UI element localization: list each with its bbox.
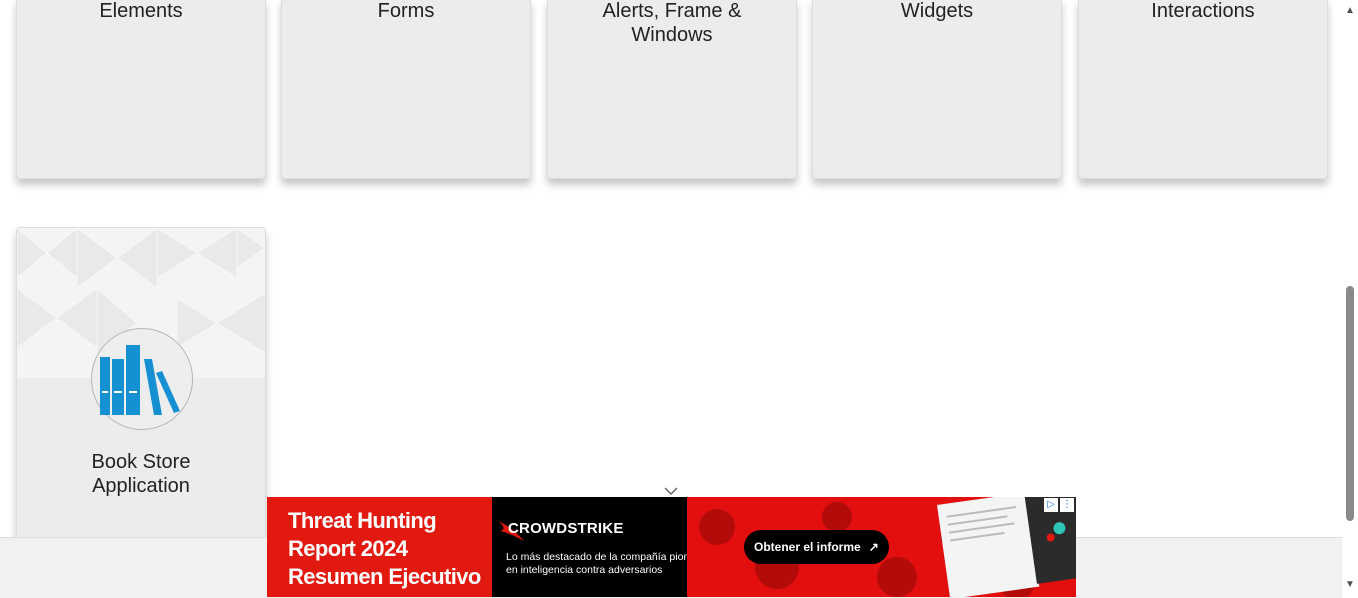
card-book-store-application[interactable]: Book Store Application: [16, 227, 266, 549]
scrollbar-thumb[interactable]: [1346, 286, 1354, 521]
ad-cta-button[interactable]: Obtener el informe ↗: [744, 530, 889, 564]
card-title: Interactions: [1151, 0, 1255, 22]
advertisement-banner[interactable]: Threat Hunting Report 2024 Resumen Ejecu…: [267, 497, 1076, 597]
card-title: Alerts, Frame & Windows: [602, 0, 742, 46]
ad-brand: CROWDSTRIKE: [508, 520, 624, 537]
ad-menu-icon[interactable]: ⋮: [1060, 498, 1074, 512]
adchoices-icon[interactable]: ▷: [1044, 498, 1058, 512]
card-interactions[interactable]: Interactions: [1078, 0, 1328, 179]
ad-collapse-chevron-icon[interactable]: [663, 483, 679, 496]
ad-headline: Threat Hunting Report 2024 Resumen Ejecu…: [288, 508, 481, 589]
card-title: Elements: [99, 0, 183, 22]
arrow-up-right-icon: ↗: [868, 540, 879, 554]
scroll-down-arrow-icon[interactable]: ▼: [1345, 580, 1355, 590]
ad-badges: ▷ ⋮: [1044, 498, 1074, 512]
ad-cta-label: Obtener el informe: [754, 540, 861, 554]
book-store-icon: [91, 328, 193, 430]
card-widgets[interactable]: Widgets: [812, 0, 1062, 179]
ad-description: Lo más destacado de la compañía pionera …: [506, 551, 705, 576]
card-title: Widgets: [900, 0, 974, 22]
card-title: Book Store Application: [91, 451, 191, 497]
card-title: Forms: [377, 0, 435, 22]
card-alerts-frame-windows[interactable]: Alerts, Frame & Windows: [547, 0, 797, 179]
scroll-up-arrow-icon[interactable]: ▲: [1345, 6, 1355, 16]
card-forms[interactable]: Forms: [281, 0, 531, 179]
card-elements[interactable]: Elements: [16, 0, 266, 179]
vertical-scrollbar[interactable]: ▲ ▼: [1342, 0, 1358, 597]
